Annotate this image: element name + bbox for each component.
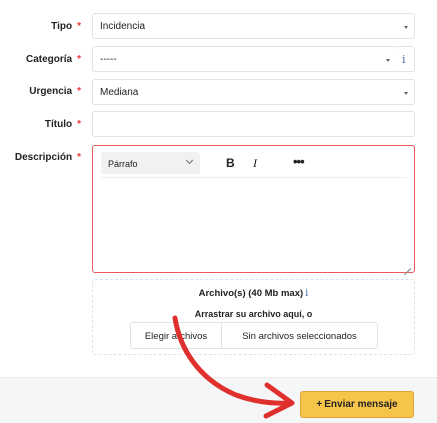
- required-marker: *: [77, 54, 81, 65]
- choose-files-button[interactable]: Elegir archivos: [131, 323, 222, 348]
- titulo-input[interactable]: [92, 111, 415, 137]
- categoria-select[interactable]: -----: [92, 46, 397, 72]
- caret-down-icon: [386, 59, 390, 62]
- attachments-title: Archivo(s) (40 Mb max) i: [198, 288, 309, 299]
- caret-down-icon: [404, 26, 408, 29]
- required-marker: *: [77, 86, 81, 97]
- tipo-label: Tipo *: [51, 21, 81, 32]
- categoria-label: Categoría *: [25, 54, 81, 65]
- info-icon: i: [402, 53, 406, 66]
- urgencia-select-value: Mediana: [100, 87, 139, 98]
- categoria-select-value: -----: [100, 54, 117, 65]
- caret-down-icon: [404, 92, 408, 95]
- file-input[interactable]: Elegir archivos Sin archivos seleccionad…: [130, 322, 378, 349]
- no-files-text: Sin archivos seleccionados: [242, 331, 357, 342]
- send-message-button[interactable]: + Enviar mensaje: [300, 391, 414, 418]
- required-marker: *: [77, 119, 81, 130]
- editor-toolbar: Párrafo B I •••: [101, 152, 407, 178]
- resize-handle-icon[interactable]: [404, 262, 411, 269]
- plus-icon: +: [316, 399, 323, 410]
- file-drop-zone[interactable]: Archivo(s) (40 Mb max) i Arrastrar su arc…: [92, 279, 415, 355]
- urgencia-select[interactable]: Mediana: [92, 79, 415, 105]
- tipo-select[interactable]: Incidencia: [92, 13, 415, 39]
- required-marker: *: [77, 152, 81, 163]
- info-icon[interactable]: i: [305, 288, 308, 299]
- tipo-select-value: Incidencia: [100, 21, 146, 32]
- italic-button[interactable]: I: [253, 156, 257, 171]
- categoria-info-button[interactable]: i: [396, 46, 415, 72]
- more-options-button[interactable]: •••: [293, 154, 305, 169]
- descripcion-label: Descripción *: [14, 152, 81, 163]
- drag-drop-text: Arrastrar su archivo aquí, o: [194, 309, 313, 319]
- paragraph-format-dropdown[interactable]: Párrafo: [101, 152, 200, 174]
- bold-button[interactable]: B: [226, 156, 235, 170]
- required-marker: *: [77, 21, 81, 32]
- descripcion-editor[interactable]: Párrafo B I •••: [92, 145, 415, 273]
- titulo-label: Título *: [44, 119, 81, 130]
- urgencia-label: Urgencia *: [29, 86, 81, 97]
- chevron-down-icon: [185, 156, 194, 165]
- paragraph-format-value: Párrafo: [108, 159, 138, 169]
- send-message-label: Enviar mensaje: [324, 399, 398, 410]
